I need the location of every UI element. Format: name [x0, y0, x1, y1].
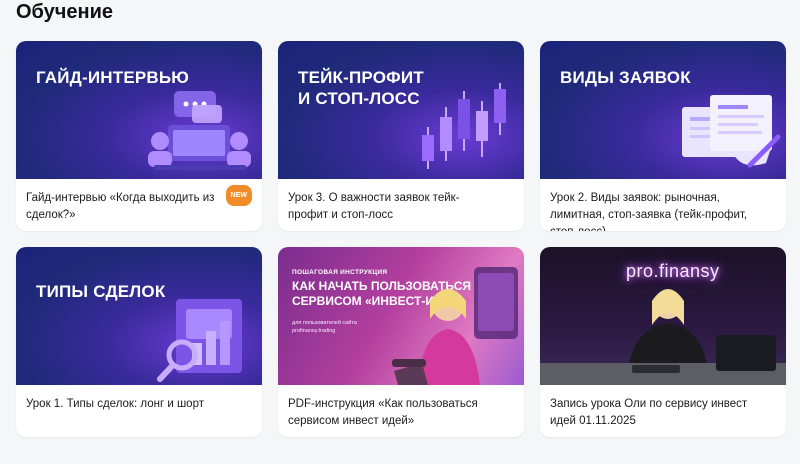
lesson-thumbnail: pro.finansy	[540, 247, 786, 385]
thumbnail-title: ВИДЫ ЗАЯВОК	[560, 68, 691, 87]
lesson-caption: Урок 2. Виды заявок: рыночная, лимитная,…	[540, 179, 786, 231]
lesson-title: Урок 3. О важности заявок тейк-профит и …	[288, 192, 460, 221]
section-title: Обучение	[16, 1, 114, 23]
chart-magnifier-icon	[157, 299, 242, 382]
lesson-thumbnail: ТЕЙК-ПРОФИТ И СТОП-ЛОСС	[278, 41, 524, 179]
lessons-grid: ГАЙД-ИНТЕРВЬЮ Гайд-интервью «Когда выход…	[16, 41, 786, 437]
lesson-title: Запись урока Оли по сервису инвест идей …	[550, 398, 748, 427]
lesson-card-trade-types[interactable]: ТИПЫ СДЕЛОК Урок 1. Типы сделок: лонг и …	[16, 247, 262, 437]
lesson-title: PDF-инструкция «Как пользоваться сервисо…	[288, 398, 478, 427]
learning-page: Обучение ГАЙД-ИНТЕРВЬЮ Гайд-интервью «Ко…	[0, 0, 800, 464]
lesson-caption: Запись урока Оли по сервису инвест идей …	[540, 385, 786, 430]
lesson-caption: Гайд-интервью «Когда выходить из сделок?…	[16, 179, 262, 224]
lesson-thumbnail: ВИДЫ ЗАЯВОК	[540, 41, 786, 179]
lesson-caption: Урок 3. О важности заявок тейк-профит и …	[278, 179, 524, 224]
lesson-title: Урок 2. Виды заявок: рыночная, лимитная,…	[550, 192, 748, 231]
lesson-card-take-profit-stop-loss[interactable]: ТЕЙК-ПРОФИТ И СТОП-ЛОСС Урок 3. О важнос…	[278, 41, 524, 231]
presenter-photo-icon	[392, 267, 518, 385]
thumbnail-title: ТИПЫ СДЕЛОК	[36, 282, 166, 301]
interview-illustration-icon	[148, 91, 251, 170]
lesson-thumbnail: ГАЙД-ИНТЕРВЬЮ	[16, 41, 262, 179]
new-badge: NEW	[225, 185, 252, 206]
lesson-caption: Урок 1. Типы сделок: лонг и шорт	[16, 385, 262, 413]
order-document-icon	[682, 95, 781, 168]
lesson-title: Гайд-интервью «Когда выходить из сделок?…	[26, 192, 215, 221]
lesson-title: Урок 1. Типы сделок: лонг и шорт	[26, 398, 204, 410]
thumbnail-subtitle: для пользователей сайта profinansy.tradi…	[292, 320, 357, 334]
lesson-card-guide-interview[interactable]: ГАЙД-ИНТЕРВЬЮ Гайд-интервью «Когда выход…	[16, 41, 262, 231]
lesson-thumbnail: ПОШАГОВАЯ ИНСТРУКЦИЯ КАК НАЧАТЬ ПОЛЬЗОВА…	[278, 247, 524, 385]
lesson-card-order-types[interactable]: ВИДЫ ЗАЯВОК Урок 2. Виды заявок: рыночна…	[540, 41, 786, 231]
thumbnail-kicker: ПОШАГОВАЯ ИНСТРУКЦИЯ	[292, 269, 388, 276]
candlestick-chart-icon	[422, 83, 506, 169]
presenter-video-icon	[540, 289, 786, 385]
lesson-thumbnail: ТИПЫ СДЕЛОК	[16, 247, 262, 385]
lesson-caption: PDF-инструкция «Как пользоваться сервисо…	[278, 385, 524, 430]
thumbnail-title: ТЕЙК-ПРОФИТ И СТОП-ЛОСС	[298, 68, 424, 108]
lesson-card-video-recording[interactable]: pro.finansy Запись урока Оли по сервису …	[540, 247, 786, 437]
lesson-card-pdf-instruction[interactable]: ПОШАГОВАЯ ИНСТРУКЦИЯ КАК НАЧАТЬ ПОЛЬЗОВА…	[278, 247, 524, 437]
